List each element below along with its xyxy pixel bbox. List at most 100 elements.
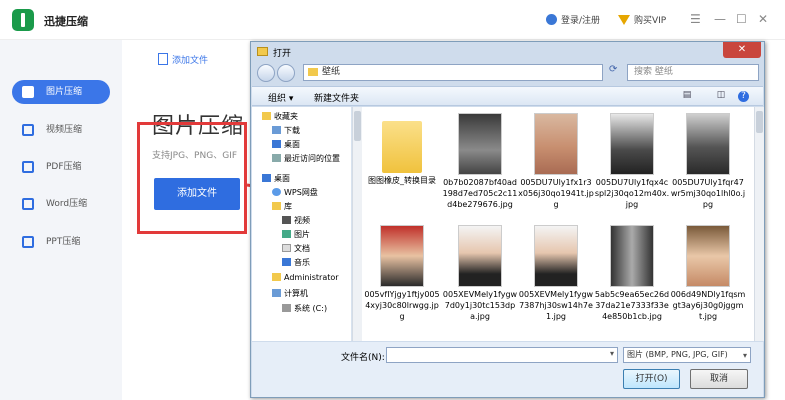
open-button[interactable]: 打开(O) [623,369,680,389]
list-item[interactable]: 005DU7Uly1fqx4cspl2j30qo12m40x.jpg [594,113,670,210]
tree-item[interactable]: 音乐 [282,257,310,268]
tree-item[interactable]: 视频 [282,215,310,226]
tree-item[interactable]: 计算机 [272,288,308,299]
folder-icon [308,68,318,76]
filetype-select[interactable]: 图片 (BMP, PNG, JPG, GIF) [623,347,751,363]
open-file-dialog: 打开 ✕ 壁纸 ⟳ 搜索 壁纸 组织 ▾ 新建文件夹 ▤ ◫ ? 收藏夹 下载 … [250,41,765,398]
list-item[interactable]: 005DU7Uly1fqr47wr5mj30qo1lhl0o.jpg [670,113,746,210]
app-logo-icon [12,9,34,31]
login-link[interactable]: 登录/注册 [546,13,600,26]
tree-item[interactable]: 文档 [282,243,310,254]
list-item[interactable]: 005XEVMely1fygw7d0y1j30tc153dpa.jpg [442,225,518,322]
user-icon [546,14,557,25]
sidebar-item-video-compress[interactable]: 视频压缩 [12,118,110,142]
address-bar[interactable]: 壁纸 [303,64,603,81]
search-input[interactable]: 搜索 壁纸 [627,64,759,81]
dialog-title: 打开 [273,49,292,59]
image-thumbnail [534,113,578,175]
image-thumbnail [458,225,502,287]
image-thumbnail [380,225,424,287]
pdf-icon [22,161,34,173]
close-button[interactable]: ✕ [758,12,768,26]
image-icon [22,86,34,98]
library-icon [272,202,281,210]
minimize-button[interactable]: — [714,12,726,26]
app-title-bar: 迅捷压缩 登录/注册 购买VIP ☰ — ☐ ✕ [0,0,785,40]
file-list-scrollbar[interactable] [754,107,764,341]
buy-vip-link[interactable]: 购买VIP [618,13,666,26]
image-thumbnail [458,113,502,175]
add-file-tab[interactable]: 添加文件 [158,53,208,66]
list-item[interactable]: 0b7b02087bf40ad198d7ed705c2c11d4be279676… [442,113,518,210]
drive-icon [282,304,291,312]
image-thumbnail [686,225,730,287]
star-icon [262,112,271,120]
scroll-thumb[interactable] [756,111,763,133]
user-folder-icon [272,273,281,281]
music-icon [282,258,291,266]
image-thumbnail [610,225,654,287]
tree-item[interactable]: 图片 [282,229,310,240]
image-thumbnail [534,225,578,287]
tree-item[interactable]: 最近访问的位置 [272,153,340,164]
app-title: 迅捷压缩 [44,15,88,28]
image-thumbnail [686,113,730,175]
tree-item[interactable]: 下载 [272,125,300,136]
picture-icon [282,230,291,238]
highlight-box [137,122,247,234]
word-icon [22,198,34,210]
refresh-icon[interactable]: ⟳ [609,64,617,75]
tree-item[interactable]: WPS网盘 [272,187,318,198]
add-file-icon [158,53,168,65]
sidebar-item-word-compress[interactable]: Word压缩 [12,192,110,216]
document-icon [282,244,291,252]
video-icon [22,124,34,136]
cancel-button[interactable]: 取消 [690,369,748,389]
scroll-thumb[interactable] [354,111,361,141]
tree-item[interactable]: 桌面 [262,173,290,184]
list-item[interactable]: 005XEVMely1fygw7387hj30sw14h7e1.jpg [518,225,594,322]
desktop-icon [262,174,271,182]
organize-menu[interactable]: 组织 ▾ [268,91,293,104]
file-list: 图图橡皮_转换目录 0b7b02087bf40ad198d7ed705c2c11… [362,107,754,341]
tree-item[interactable]: 库 [272,201,292,212]
vip-icon [618,15,630,25]
list-item[interactable]: 005DU7Uly1fx1r3x056j30qo1941t.jpg [518,113,594,210]
recent-icon [272,154,281,162]
tree-item[interactable]: Administrator [272,273,339,282]
navigation-bar: 壁纸 ⟳ 搜索 壁纸 [257,63,760,83]
tree-item[interactable]: 系统 (C:) [282,303,327,314]
tree-item[interactable]: 收藏夹 [262,111,298,122]
back-button[interactable] [257,64,275,82]
view-options-icon[interactable]: ▤ [680,90,694,102]
dialog-close-button[interactable]: ✕ [723,42,761,58]
list-item[interactable]: 图图橡皮_转换目录 [364,113,440,186]
folder-icon [382,121,422,173]
sidebar-item-image-compress[interactable]: 图片压缩 [12,80,110,104]
sidebar-item-ppt-compress[interactable]: PPT压缩 [12,230,110,254]
forward-button[interactable] [277,64,295,82]
folder-icon [257,47,268,56]
list-item[interactable]: 5ab5c9ea65ec26d37da21e7333f33e4e850b1cb.… [594,225,670,322]
download-icon [272,126,281,134]
sidebar-item-pdf-compress[interactable]: PDF压缩 [12,155,110,179]
menu-button[interactable]: ☰ [690,12,701,26]
list-item[interactable]: 006d49NDly1fqsmgt3ay6j30g0jggmt.jpg [670,225,746,322]
ppt-icon [22,236,34,248]
dialog-footer: 文件名(N): 图片 (BMP, PNG, JPG, GIF) 打开(O) 取消 [252,342,763,397]
maximize-button[interactable]: ☐ [736,12,747,26]
navigation-tree: 收藏夹 下载 桌面 最近访问的位置 桌面 WPS网盘 库 视频 图片 文档 音乐… [252,107,352,341]
computer-icon [272,289,281,297]
help-icon[interactable]: ? [738,91,749,102]
list-item[interactable]: 005vfIYjgy1ftjy0054xyj30c80lrwgg.jpg [364,225,440,322]
filename-label: 文件名(N): [341,353,385,363]
cloud-icon [272,188,281,196]
new-folder-button[interactable]: 新建文件夹 [314,91,359,104]
filename-input[interactable] [386,347,618,363]
preview-pane-icon[interactable]: ◫ [714,90,728,102]
image-thumbnail [610,113,654,175]
video-icon [282,216,291,224]
tree-scrollbar[interactable] [352,107,362,341]
dialog-toolbar: 组织 ▾ 新建文件夹 ▤ ◫ ? [252,86,763,106]
tree-item[interactable]: 桌面 [272,139,300,150]
